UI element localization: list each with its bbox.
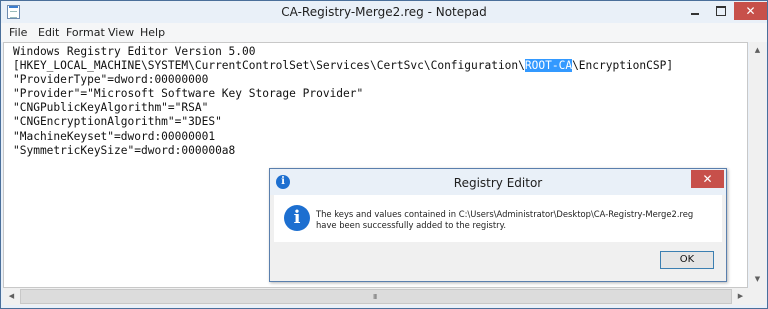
horizontal-scrollbar[interactable]: ◀ III ▶: [3, 288, 749, 305]
menu-file[interactable]: File: [9, 26, 27, 39]
dialog-message-line: have been successfully added to the regi…: [316, 220, 507, 230]
title-bar[interactable]: CA-Registry-Merge2.reg - Notepad ✕: [1, 1, 767, 23]
menu-bar: File Edit Format View Help: [1, 23, 767, 42]
scroll-grip: III: [373, 293, 377, 301]
key-path-suffix: \EncryptionCSP]: [572, 59, 674, 73]
info-icon: i: [284, 205, 310, 231]
text-line: "ProviderType"=dword:00000000: [13, 73, 209, 87]
menu-help[interactable]: Help: [140, 26, 165, 39]
text-line: Windows Registry Editor Version 5.00: [13, 45, 256, 58]
minimize-button[interactable]: [682, 2, 708, 20]
dialog-title: Registry Editor: [453, 176, 543, 190]
text-line: "CNGPublicKeyAlgorithm"="RSA": [13, 101, 209, 115]
key-path-prefix: [HKEY_LOCAL_MACHINE\SYSTEM\CurrentContro…: [13, 59, 525, 73]
selected-text[interactable]: ROOT-CA: [524, 59, 573, 73]
scroll-down-icon[interactable]: ▼: [749, 271, 766, 288]
ok-button[interactable]: OK: [660, 251, 714, 269]
dialog-title-bar[interactable]: i Registry Editor ✕: [270, 169, 726, 195]
scroll-left-icon[interactable]: ◀: [3, 288, 20, 305]
close-button[interactable]: ✕: [734, 2, 767, 20]
registry-key-line: [HKEY_LOCAL_MACHINE\SYSTEM\CurrentContro…: [13, 59, 673, 73]
text-line: "CNGEncryptionAlgorithm"="3DES": [13, 115, 222, 129]
text-line: "SymmetricKeySize"=dword:000000a8: [13, 143, 236, 157]
dialog-close-button[interactable]: ✕: [691, 170, 724, 188]
document-text: Windows Registry Editor Version 5.00 [HKE…: [13, 45, 673, 158]
menu-view[interactable]: View: [108, 26, 134, 39]
menu-format[interactable]: Format: [66, 26, 105, 39]
size-grip: [749, 288, 766, 305]
horizontal-scroll-thumb[interactable]: III: [20, 289, 732, 304]
registry-editor-dialog: i Registry Editor ✕ i The keys and value…: [269, 168, 727, 282]
vertical-scrollbar[interactable]: ▲ ▼: [749, 42, 766, 288]
scroll-up-icon[interactable]: ▲: [749, 42, 766, 59]
dialog-body: i The keys and values contained in C:\Us…: [274, 195, 722, 242]
window-title: CA-Registry-Merge2.reg - Notepad: [281, 5, 487, 19]
maximize-button[interactable]: [708, 2, 734, 20]
menu-edit[interactable]: Edit: [38, 26, 59, 39]
dialog-message: The keys and values contained in C:\User…: [316, 209, 693, 231]
dialog-message-line: The keys and values contained in C:\User…: [316, 209, 694, 219]
text-line: "MachineKeyset"=dword:00000001: [13, 129, 216, 143]
scroll-right-icon[interactable]: ▶: [732, 288, 749, 305]
text-line: "Provider"="Microsoft Software Key Stora…: [13, 87, 364, 101]
